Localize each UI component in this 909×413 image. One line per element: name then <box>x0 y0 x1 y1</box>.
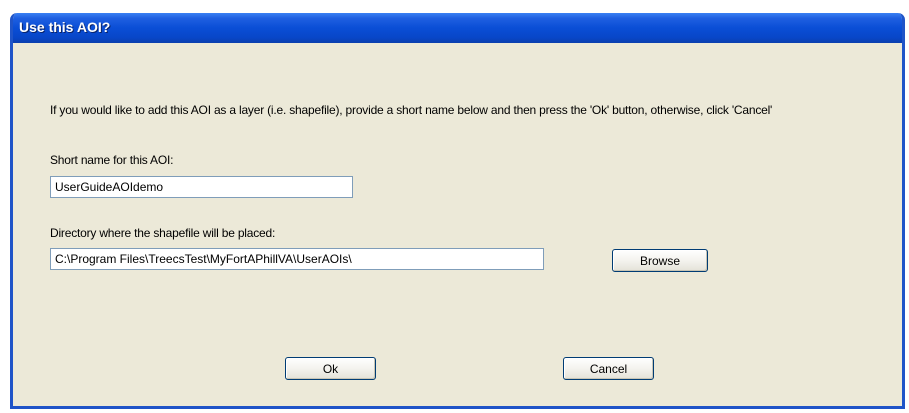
title-bar[interactable]: Use this AOI? <box>13 13 902 43</box>
ok-button[interactable]: Ok <box>285 357 376 380</box>
browse-button[interactable]: Browse <box>612 249 708 272</box>
cancel-button-label: Cancel <box>589 361 628 376</box>
short-name-label: Short name for this AOI: <box>50 153 174 167</box>
window-title: Use this AOI? <box>19 19 111 35</box>
ok-button-label: Ok <box>322 361 339 376</box>
dialog-window: Use this AOI? If you would like to add t… <box>10 13 905 409</box>
short-name-input[interactable]: UserGuideAOIdemo <box>50 176 353 198</box>
dialog-client-area: If you would like to add this AOI as a l… <box>13 43 902 406</box>
instructions-text: If you would like to add this AOI as a l… <box>50 103 773 117</box>
browse-button-label: Browse <box>639 253 680 268</box>
directory-input[interactable]: C:\Program Files\TreecsTest\MyFortAPhill… <box>50 248 544 270</box>
directory-label: Directory where the shapefile will be pl… <box>50 226 276 240</box>
cancel-button[interactable]: Cancel <box>563 357 654 380</box>
